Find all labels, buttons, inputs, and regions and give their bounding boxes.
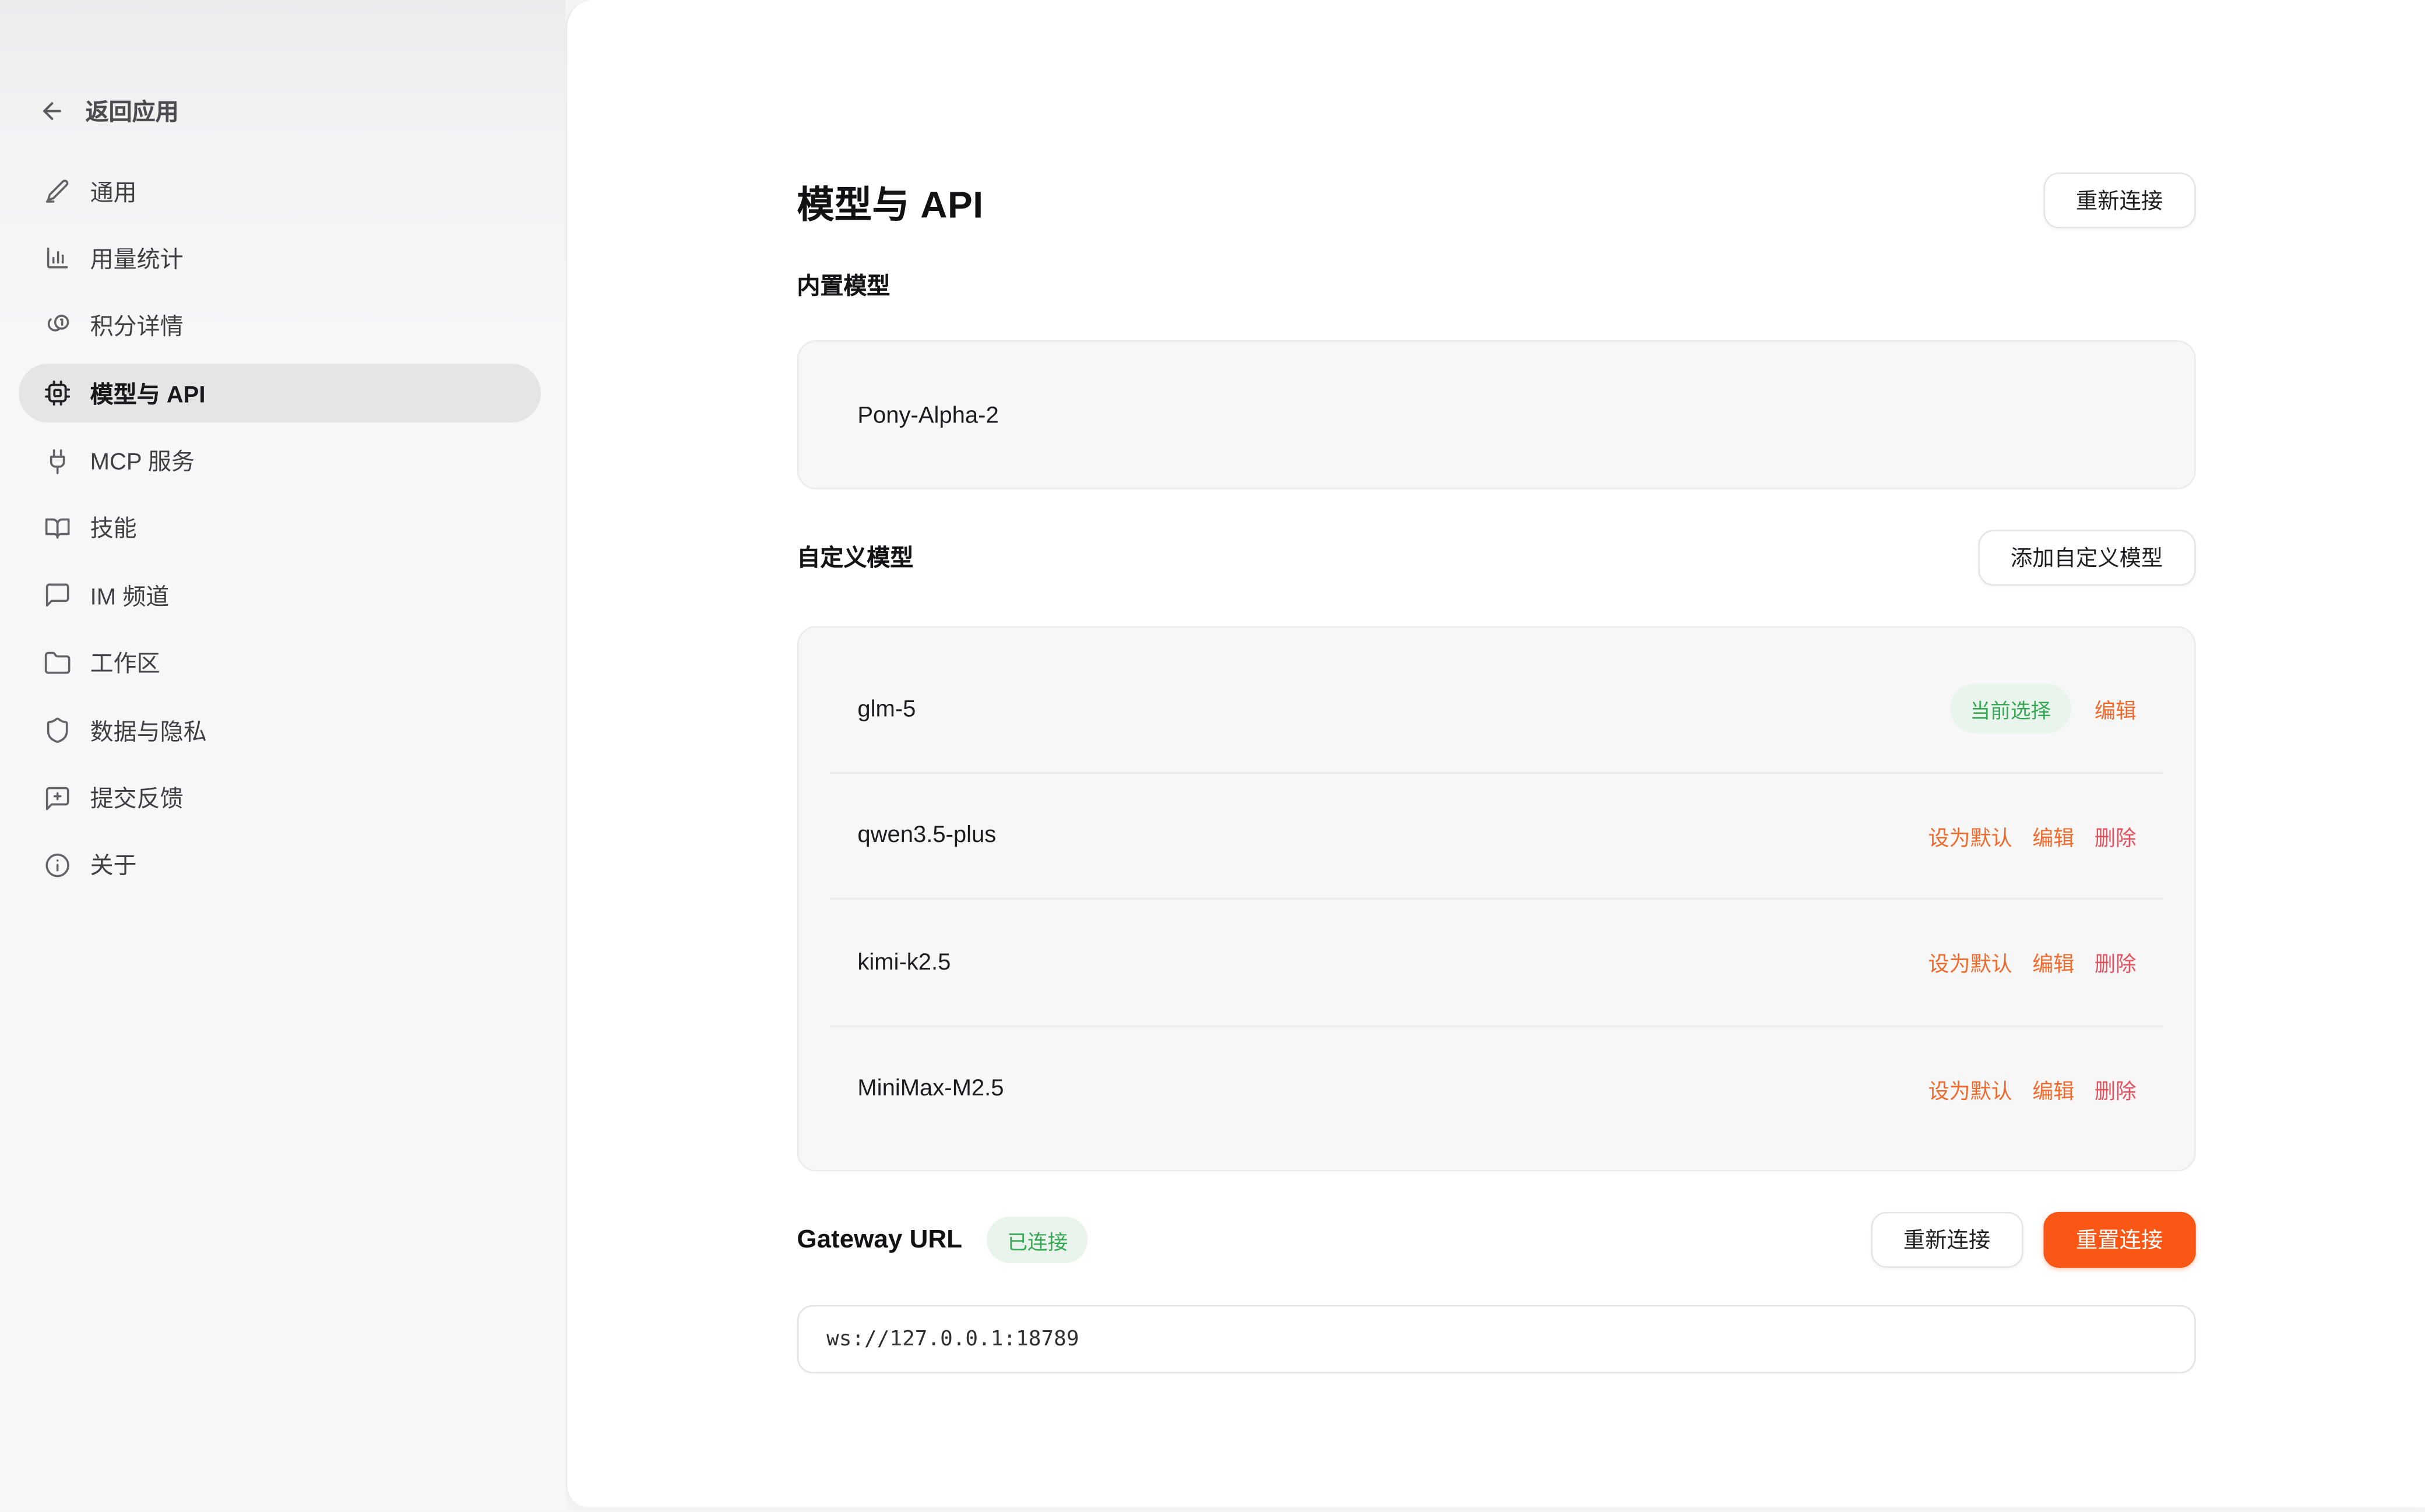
sidebar-item-label: MCP 服务 [90,445,195,477]
model-row: MiniMax-M2.5 设为默认 编辑 删除 [798,1026,2194,1151]
sidebar-item-data-privacy[interactable]: 数据与隐私 [19,701,541,760]
edit-link[interactable]: 编辑 [2095,693,2137,724]
sidebar-item-about[interactable]: 关于 [19,836,541,894]
sidebar-item-label: 数据与隐私 [90,714,207,747]
gateway-section-header: Gateway URL 已连接 重新连接 重置连接 [797,1212,2195,1268]
reset-connection-button[interactable]: 重置连接 [2043,1212,2195,1268]
sidebar-item-im-channels[interactable]: IM 频道 [19,566,541,625]
back-to-app-label: 返回应用 [86,94,179,126]
delete-link[interactable]: 删除 [2095,820,2137,851]
back-to-app-button[interactable]: 返回应用 [39,93,566,128]
arrow-left-icon [39,97,65,124]
sidebar-item-label: 工作区 [90,647,160,679]
edit-link[interactable]: 编辑 [2032,947,2074,978]
set-default-link[interactable]: 设为默认 [1928,820,2012,851]
sidebar: 返回应用 通用 用量统计 积分详情 模型与 API [0,0,566,1512]
folder-icon [44,649,72,677]
sidebar-item-label: 通用 [90,175,137,207]
sidebar-item-usage-stats[interactable]: 用量统计 [19,229,541,288]
delete-link[interactable]: 删除 [2095,1073,2137,1104]
add-custom-model-button[interactable]: 添加自定义模型 [1978,530,2195,586]
chat-bubble-icon [44,581,72,609]
shield-icon [44,717,72,745]
reconnect-button-top[interactable]: 重新连接 [2043,172,2195,228]
model-row: kimi-k2.5 设为默认 编辑 删除 [798,900,2194,1025]
reconnect-button[interactable]: 重新连接 [1871,1212,2023,1268]
plug-icon [44,447,72,475]
cpu-icon [44,379,72,407]
sidebar-item-label: 积分详情 [90,309,184,342]
sidebar-item-credits[interactable]: 积分详情 [19,297,541,355]
settings-window: 返回应用 通用 用量统计 积分详情 模型与 API [0,0,2425,1512]
sidebar-item-models-api[interactable]: 模型与 API [19,364,541,422]
builtin-models-card: Pony-Alpha-2 [797,340,2195,489]
gateway-url-input[interactable] [797,1305,2195,1373]
custom-models-card: glm-5 当前选择 编辑 qwen3.5-plus 设为默认 编辑 删除 [797,626,2195,1172]
pen-icon [44,177,72,205]
page-title: 模型与 API [797,173,983,227]
delete-link[interactable]: 删除 [2095,947,2137,978]
model-row: glm-5 当前选择 编辑 [798,646,2194,771]
coins-icon [44,312,72,340]
model-name: qwen3.5-plus [857,822,996,848]
sidebar-item-skills[interactable]: 技能 [19,499,541,558]
sidebar-item-label: 用量统计 [90,242,184,275]
edit-link[interactable]: 编辑 [2032,820,2074,851]
connected-status-badge: 已连接 [987,1217,1088,1263]
book-open-icon [44,514,72,542]
bar-chart-icon [44,245,72,273]
model-name: MiniMax-M2.5 [857,1076,1004,1102]
builtin-model-name: Pony-Alpha-2 [857,401,998,428]
info-icon [44,851,72,879]
custom-models-header: 自定义模型 添加自定义模型 [797,530,2195,586]
sidebar-nav: 通用 用量统计 积分详情 模型与 API MCP 服务 [0,161,566,903]
model-name: kimi-k2.5 [857,949,951,975]
sidebar-item-label: 技能 [90,512,137,544]
set-default-link[interactable]: 设为默认 [1928,1073,2012,1104]
message-plus-icon [44,784,72,812]
sidebar-item-label: 提交反馈 [90,781,184,814]
page-header: 模型与 API 重新连接 [797,171,2195,230]
model-row: qwen3.5-plus 设为默认 编辑 删除 [798,773,2194,898]
sidebar-item-workspace[interactable]: 工作区 [19,633,541,692]
sidebar-item-label: 模型与 API [90,377,206,410]
sidebar-item-mcp-services[interactable]: MCP 服务 [19,431,541,490]
edit-link[interactable]: 编辑 [2032,1073,2074,1104]
sidebar-item-general[interactable]: 通用 [19,161,541,220]
builtin-models-section-label: 内置模型 [797,270,2195,303]
sidebar-item-label: 关于 [90,849,137,882]
set-default-link[interactable]: 设为默认 [1928,947,2012,978]
sidebar-item-feedback[interactable]: 提交反馈 [19,769,541,827]
model-name: glm-5 [857,696,916,722]
main-panel: 模型与 API 重新连接 内置模型 Pony-Alpha-2 自定义模型 添加自… [566,0,2425,1507]
custom-models-section-label: 自定义模型 [797,541,913,574]
current-selection-badge: 当前选择 [1950,684,2071,734]
gateway-url-label: Gateway URL [797,1225,962,1255]
sidebar-item-label: IM 频道 [90,579,170,612]
